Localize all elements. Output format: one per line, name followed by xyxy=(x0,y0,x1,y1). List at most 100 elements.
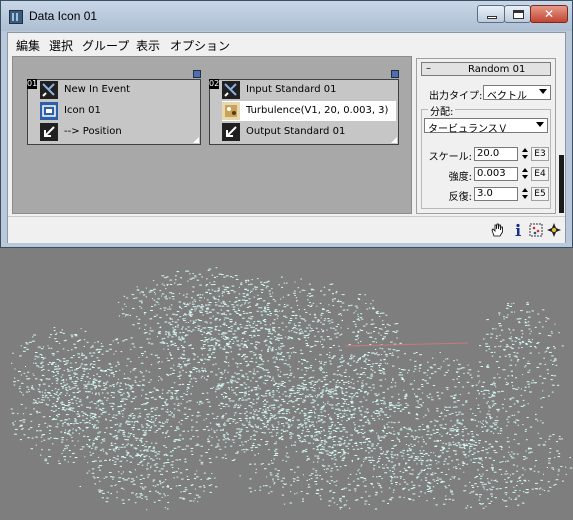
particle xyxy=(105,418,107,420)
particle xyxy=(176,459,179,461)
particle xyxy=(67,370,70,372)
particle xyxy=(216,276,218,277)
strength-spinner[interactable]: 0.003 xyxy=(474,167,518,181)
node-operator-row[interactable]: New In Event xyxy=(40,80,198,100)
panel-scrollbar[interactable] xyxy=(558,56,565,214)
menu-group[interactable]: グループ xyxy=(82,37,129,54)
particle xyxy=(38,411,41,413)
hand-icon[interactable] xyxy=(490,223,504,237)
event-node-02[interactable]: 02 Input Standard 01 Turbulence(V1, 20, … xyxy=(209,70,399,145)
particle xyxy=(380,487,383,489)
scale-expression-button[interactable]: E3 xyxy=(531,147,549,161)
particle xyxy=(30,427,33,429)
menu-view[interactable]: 表示 xyxy=(136,37,160,54)
particle xyxy=(171,293,175,295)
particle xyxy=(507,421,510,423)
node-resize-handle[interactable] xyxy=(193,137,199,143)
particle xyxy=(484,426,487,427)
scale-spinner-arrows[interactable] xyxy=(520,147,530,161)
navigate-icon[interactable] xyxy=(547,223,561,237)
iterations-spinner-arrows[interactable] xyxy=(520,187,530,201)
title-bar[interactable]: Data Icon 01 ✕ xyxy=(1,1,572,31)
scale-spinner[interactable]: 20.0 xyxy=(474,147,518,161)
particle xyxy=(161,392,164,394)
particle xyxy=(421,379,425,381)
particle xyxy=(158,458,161,460)
particle xyxy=(255,468,257,470)
scrollbar-thumb[interactable] xyxy=(559,155,564,213)
particle xyxy=(180,307,183,309)
particle xyxy=(504,398,506,400)
particle xyxy=(70,334,74,336)
particle xyxy=(361,373,364,375)
maximize-button[interactable] xyxy=(504,5,531,23)
particle xyxy=(187,303,189,305)
input-port[interactable] xyxy=(193,70,201,78)
particle xyxy=(336,374,339,376)
distribution-dropdown[interactable]: タービュランスＶ xyxy=(424,118,548,135)
event-node-01[interactable]: 01 New In Event Icon 01 --> Position xyxy=(27,70,201,145)
node-resize-handle[interactable] xyxy=(391,137,397,143)
particle xyxy=(276,390,278,392)
particle xyxy=(522,374,524,376)
particle xyxy=(494,420,497,421)
particle xyxy=(370,337,373,338)
particle xyxy=(393,410,396,412)
node-operator-row-selected[interactable]: Turbulence(V1, 20, 0.003, 3) xyxy=(222,101,396,121)
particle xyxy=(434,455,436,457)
strength-expression-button[interactable]: E4 xyxy=(531,167,549,181)
particle xyxy=(249,292,251,293)
particle xyxy=(504,378,507,380)
particle xyxy=(61,329,63,331)
input-port[interactable] xyxy=(391,70,399,78)
output-type-dropdown[interactable]: ベクトル xyxy=(483,85,551,102)
particle xyxy=(256,310,259,312)
particle xyxy=(167,411,169,413)
particle xyxy=(242,310,245,312)
rollout-header[interactable]: – Random 01 xyxy=(421,62,551,76)
particle xyxy=(169,284,173,285)
particle xyxy=(516,480,519,482)
particle xyxy=(301,440,303,442)
info-icon[interactable] xyxy=(511,223,525,237)
node-operator-row[interactable]: Output Standard 01 xyxy=(222,122,396,142)
scene-viewport[interactable] xyxy=(0,248,573,520)
particle xyxy=(14,428,18,430)
particle xyxy=(285,417,288,419)
iterations-expression-button[interactable]: E5 xyxy=(531,187,549,201)
strength-spinner-arrows[interactable] xyxy=(520,167,530,181)
minimize-button[interactable] xyxy=(477,5,505,23)
particle xyxy=(239,323,242,325)
particle-icon[interactable] xyxy=(529,223,543,237)
particle xyxy=(351,461,353,463)
particle xyxy=(287,424,291,426)
iterations-spinner[interactable]: 3.0 xyxy=(474,187,518,201)
particle xyxy=(41,365,45,367)
particle xyxy=(427,430,430,432)
menu-edit[interactable]: 編集 xyxy=(16,37,40,54)
node-operator-row[interactable]: Input Standard 01 xyxy=(222,80,396,100)
particle xyxy=(249,412,252,414)
particle xyxy=(474,415,477,416)
close-button[interactable]: ✕ xyxy=(530,5,568,23)
node-operator-row[interactable]: Icon 01 xyxy=(40,101,198,121)
particle xyxy=(74,411,76,412)
particle xyxy=(200,461,204,463)
menu-select[interactable]: 選択 xyxy=(49,37,73,54)
particle xyxy=(371,369,374,371)
particle xyxy=(224,287,227,289)
particle xyxy=(226,286,229,288)
particle-view-graph[interactable]: 01 New In Event Icon 01 --> Position 02 … xyxy=(12,56,412,214)
particle xyxy=(307,412,311,414)
menu-options[interactable]: オプション xyxy=(170,37,230,54)
particle xyxy=(330,327,332,329)
particle xyxy=(77,440,79,442)
particle xyxy=(187,430,189,432)
particle xyxy=(163,307,167,309)
particle xyxy=(232,376,235,378)
particle xyxy=(244,303,246,305)
particle xyxy=(161,275,165,277)
particle xyxy=(380,449,382,450)
node-operator-row[interactable]: --> Position xyxy=(40,122,198,142)
particle xyxy=(402,471,405,473)
